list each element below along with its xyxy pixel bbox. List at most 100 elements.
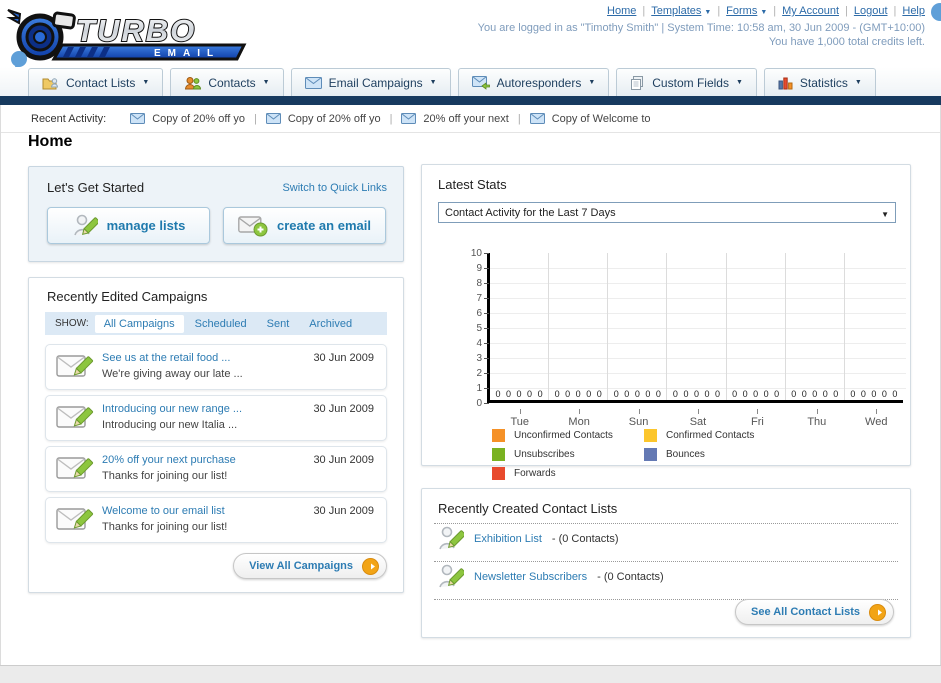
y-tick-label: 3 — [476, 353, 482, 364]
value-label: 0 — [506, 389, 512, 399]
nav-tab-contacts[interactable]: Contacts ▼ — [170, 68, 284, 96]
x-tick-label: Wed — [847, 409, 906, 428]
recent-activity-item-label: Copy of Welcome to — [551, 112, 651, 125]
chevron-down-icon: ▼ — [854, 79, 862, 86]
header-link-templates[interactable]: Templates — [651, 5, 701, 17]
campaign-title-link[interactable]: See us at the retail food ... — [102, 352, 230, 364]
value-label: 0 — [892, 389, 898, 399]
value-label: 0 — [655, 389, 661, 399]
recent-activity-item[interactable]: Copy of 20% off yo — [130, 113, 245, 125]
value-label: 0 — [822, 389, 828, 399]
nav-tab-contact-lists[interactable]: Contact Lists ▼ — [28, 68, 164, 96]
header-link-home[interactable]: Home — [607, 5, 636, 17]
value-label: 0 — [645, 389, 651, 399]
nav-tab-label: Contacts — [208, 75, 256, 90]
value-label: 0 — [683, 389, 689, 399]
campaign-title-link[interactable]: Introducing our new range ... — [102, 403, 242, 415]
y-tick-label: 10 — [470, 248, 482, 259]
value-label: 0 — [763, 389, 769, 399]
show-label: SHOW: — [55, 318, 89, 329]
campaign-card[interactable]: 20% off your next purchase Thanks for joi… — [45, 446, 387, 492]
contact-list-link[interactable]: Newsletter Subscribers — [474, 571, 587, 583]
legend-item-unsubscribes: Unsubscribes — [492, 448, 644, 461]
value-label: 0 — [732, 389, 738, 399]
header-link-logout[interactable]: Logout — [854, 5, 888, 17]
nav-tab-email-campaigns[interactable]: Email Campaigns ▼ — [290, 68, 451, 96]
nav-tab-custom-fields[interactable]: Custom Fields ▼ — [616, 68, 757, 96]
recent-activity-item[interactable]: Copy of 20% off yo — [265, 113, 381, 125]
contact-list-link[interactable]: Exhibition List — [474, 533, 542, 545]
campaign-subtitle: Thanks for joining our list! — [102, 470, 228, 482]
contact-list-item[interactable]: Exhibition List - (0 Contacts) — [438, 524, 894, 554]
recent-activity-item-label: 20% off your next — [423, 112, 509, 125]
recent-activity-bar: Recent Activity: Copy of 20% off yo | Copy… — [1, 105, 940, 133]
get-started-buttons: manage lists create an email — [47, 207, 386, 244]
header-link-my-account[interactable]: My Account — [782, 5, 839, 17]
contact-list-items: Exhibition List - (0 Contacts) Newsletter … — [422, 523, 910, 600]
recent-activity-item[interactable]: Copy of Welcome to — [529, 112, 651, 125]
create-an-email-button[interactable]: create an email — [223, 207, 386, 244]
chart-legend: Unconfirmed Contacts Confirmed Contacts Un… — [492, 429, 912, 486]
x-tick-label: Thu — [787, 409, 846, 428]
view-all-campaigns-label: View All Campaigns — [249, 560, 353, 572]
switch-to-quick-links-link[interactable]: Switch to Quick Links — [282, 182, 387, 194]
see-all-contact-lists-button[interactable]: See All Contact Lists — [734, 599, 894, 625]
envelope-reply-icon — [471, 75, 490, 90]
turbo-email-logo[interactable]: TURBO EMAIL — [6, 4, 256, 65]
chart-group-sun: 00000 — [608, 253, 668, 400]
x-tick-label: Fri — [728, 409, 787, 428]
campaign-title-link[interactable]: 20% off your next purchase — [102, 454, 236, 466]
value-label: 0 — [672, 389, 678, 399]
person-pencil-icon — [438, 525, 464, 553]
nav-tab-statistics[interactable]: Statistics ▼ — [763, 68, 876, 96]
recent-activity-item[interactable]: 20% off your next — [401, 112, 509, 125]
button-label: manage lists — [106, 218, 186, 233]
value-label: 0 — [704, 389, 710, 399]
item-separator: | — [253, 112, 257, 125]
envelope-plus-icon — [238, 215, 268, 237]
nav-tab-label: Autoresponders — [496, 75, 582, 90]
legend-swatch — [492, 448, 505, 461]
value-labels: 00000 — [727, 389, 785, 399]
manage-lists-button[interactable]: manage lists — [47, 207, 210, 244]
chevron-down-icon: ▼ — [429, 79, 437, 86]
contact-lists-heading: Recently Created Contact Lists — [438, 501, 618, 516]
y-tick-mark — [484, 253, 489, 254]
campaign-subtitle: We're giving away our late ... — [102, 368, 243, 380]
value-label: 0 — [850, 389, 856, 399]
header-link-help[interactable]: Help — [902, 5, 925, 17]
campaign-date: 30 Jun 2009 — [313, 403, 374, 415]
y-tick-label: 5 — [476, 323, 482, 334]
see-all-contact-lists-label: See All Contact Lists — [750, 606, 860, 618]
filter-tab-all-campaigns[interactable]: All Campaigns — [94, 314, 184, 333]
campaign-card[interactable]: Welcome to our email list Thanks for join… — [45, 497, 387, 543]
y-tick-label: 6 — [476, 308, 482, 319]
view-all-campaigns-button[interactable]: View All Campaigns — [233, 553, 387, 579]
folder-user-icon — [42, 76, 59, 90]
contact-list-item[interactable]: Newsletter Subscribers - (0 Contacts) — [438, 562, 894, 592]
envelope-small-icon — [401, 113, 417, 124]
nav-tab-autoresponders[interactable]: Autoresponders ▼ — [457, 68, 610, 96]
stats-period-select[interactable]: Contact Activity for the Last 7 Days ▼ — [438, 202, 896, 223]
campaign-card[interactable]: Introducing our new range ... Introducing… — [45, 395, 387, 441]
campaign-title-link[interactable]: Welcome to our email list — [102, 505, 225, 517]
value-label: 0 — [693, 389, 699, 399]
campaign-date: 30 Jun 2009 — [313, 352, 374, 364]
value-label: 0 — [812, 389, 818, 399]
page-title: Home — [28, 133, 73, 150]
filter-tab-scheduled[interactable]: Scheduled — [186, 315, 256, 333]
value-label: 0 — [516, 389, 522, 399]
chart-group-fri: 00000 — [727, 253, 786, 400]
filter-tab-sent[interactable]: Sent — [258, 315, 299, 333]
link-separator: | — [773, 5, 777, 17]
campaign-card[interactable]: See us at the retail food ... We're givin… — [45, 344, 387, 390]
value-label: 0 — [753, 389, 759, 399]
y-tick-mark — [484, 343, 489, 344]
value-label: 0 — [624, 389, 630, 399]
header-link-forms[interactable]: Forms — [726, 5, 757, 17]
recently-created-contact-lists-panel: Recently Created Contact Lists Exhibitio… — [421, 488, 911, 638]
login-info: You are logged in as "Timothy Smith" | S… — [477, 22, 925, 34]
envelope-icon — [304, 76, 322, 89]
value-label: 0 — [613, 389, 619, 399]
filter-tab-archived[interactable]: Archived — [300, 315, 361, 333]
